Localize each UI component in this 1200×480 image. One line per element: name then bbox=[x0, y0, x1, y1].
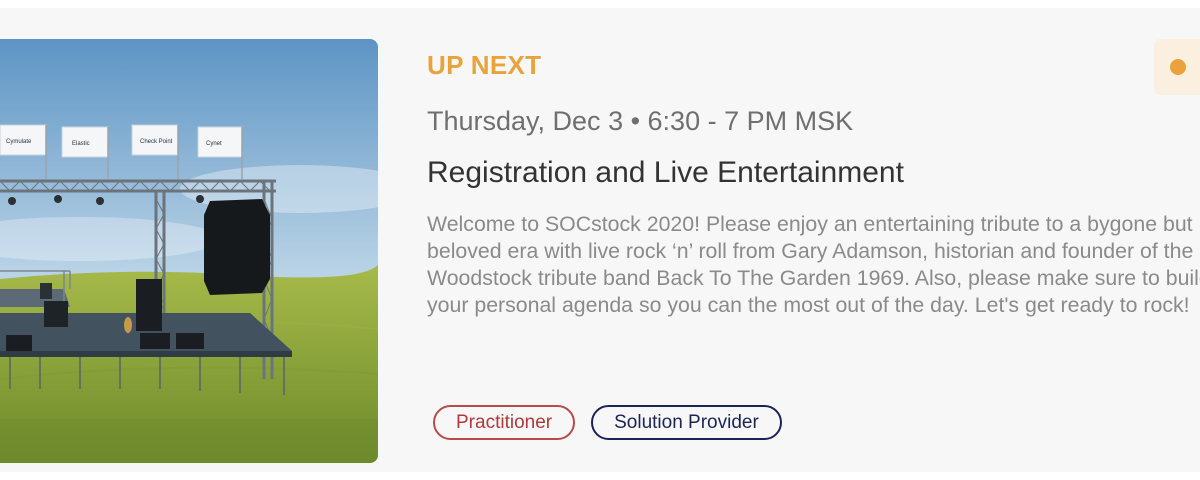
session-datetime: Thursday, Dec 3 • 6:30 - 7 PM MSK bbox=[427, 106, 854, 136]
flag-cymulate: Cymulate bbox=[6, 139, 32, 145]
flag-check-point: Check Point bbox=[140, 139, 173, 145]
stage-image: Cymulate Elastic Check Point Cynet bbox=[0, 39, 378, 463]
session-card: Cymulate Elastic Check Point Cynet UP NE… bbox=[0, 8, 1200, 472]
tag-practitioner[interactable]: Practitioner bbox=[433, 405, 576, 440]
orange-dot-icon bbox=[1170, 59, 1186, 75]
flag-elastic: Elastic bbox=[72, 141, 90, 147]
flag-cynet: Cynet bbox=[206, 141, 222, 147]
session-tags: Practitioner Solution Provider bbox=[433, 405, 782, 440]
up-next-label: UP NEXT bbox=[427, 50, 542, 80]
tag-solution-provider[interactable]: Solution Provider bbox=[591, 405, 782, 440]
session-description: Welcome to SOCstock 2020! Please enjoy a… bbox=[427, 212, 1200, 317]
status-indicator[interactable] bbox=[1154, 39, 1200, 95]
session-title[interactable]: Registration and Live Entertainment bbox=[427, 156, 904, 190]
